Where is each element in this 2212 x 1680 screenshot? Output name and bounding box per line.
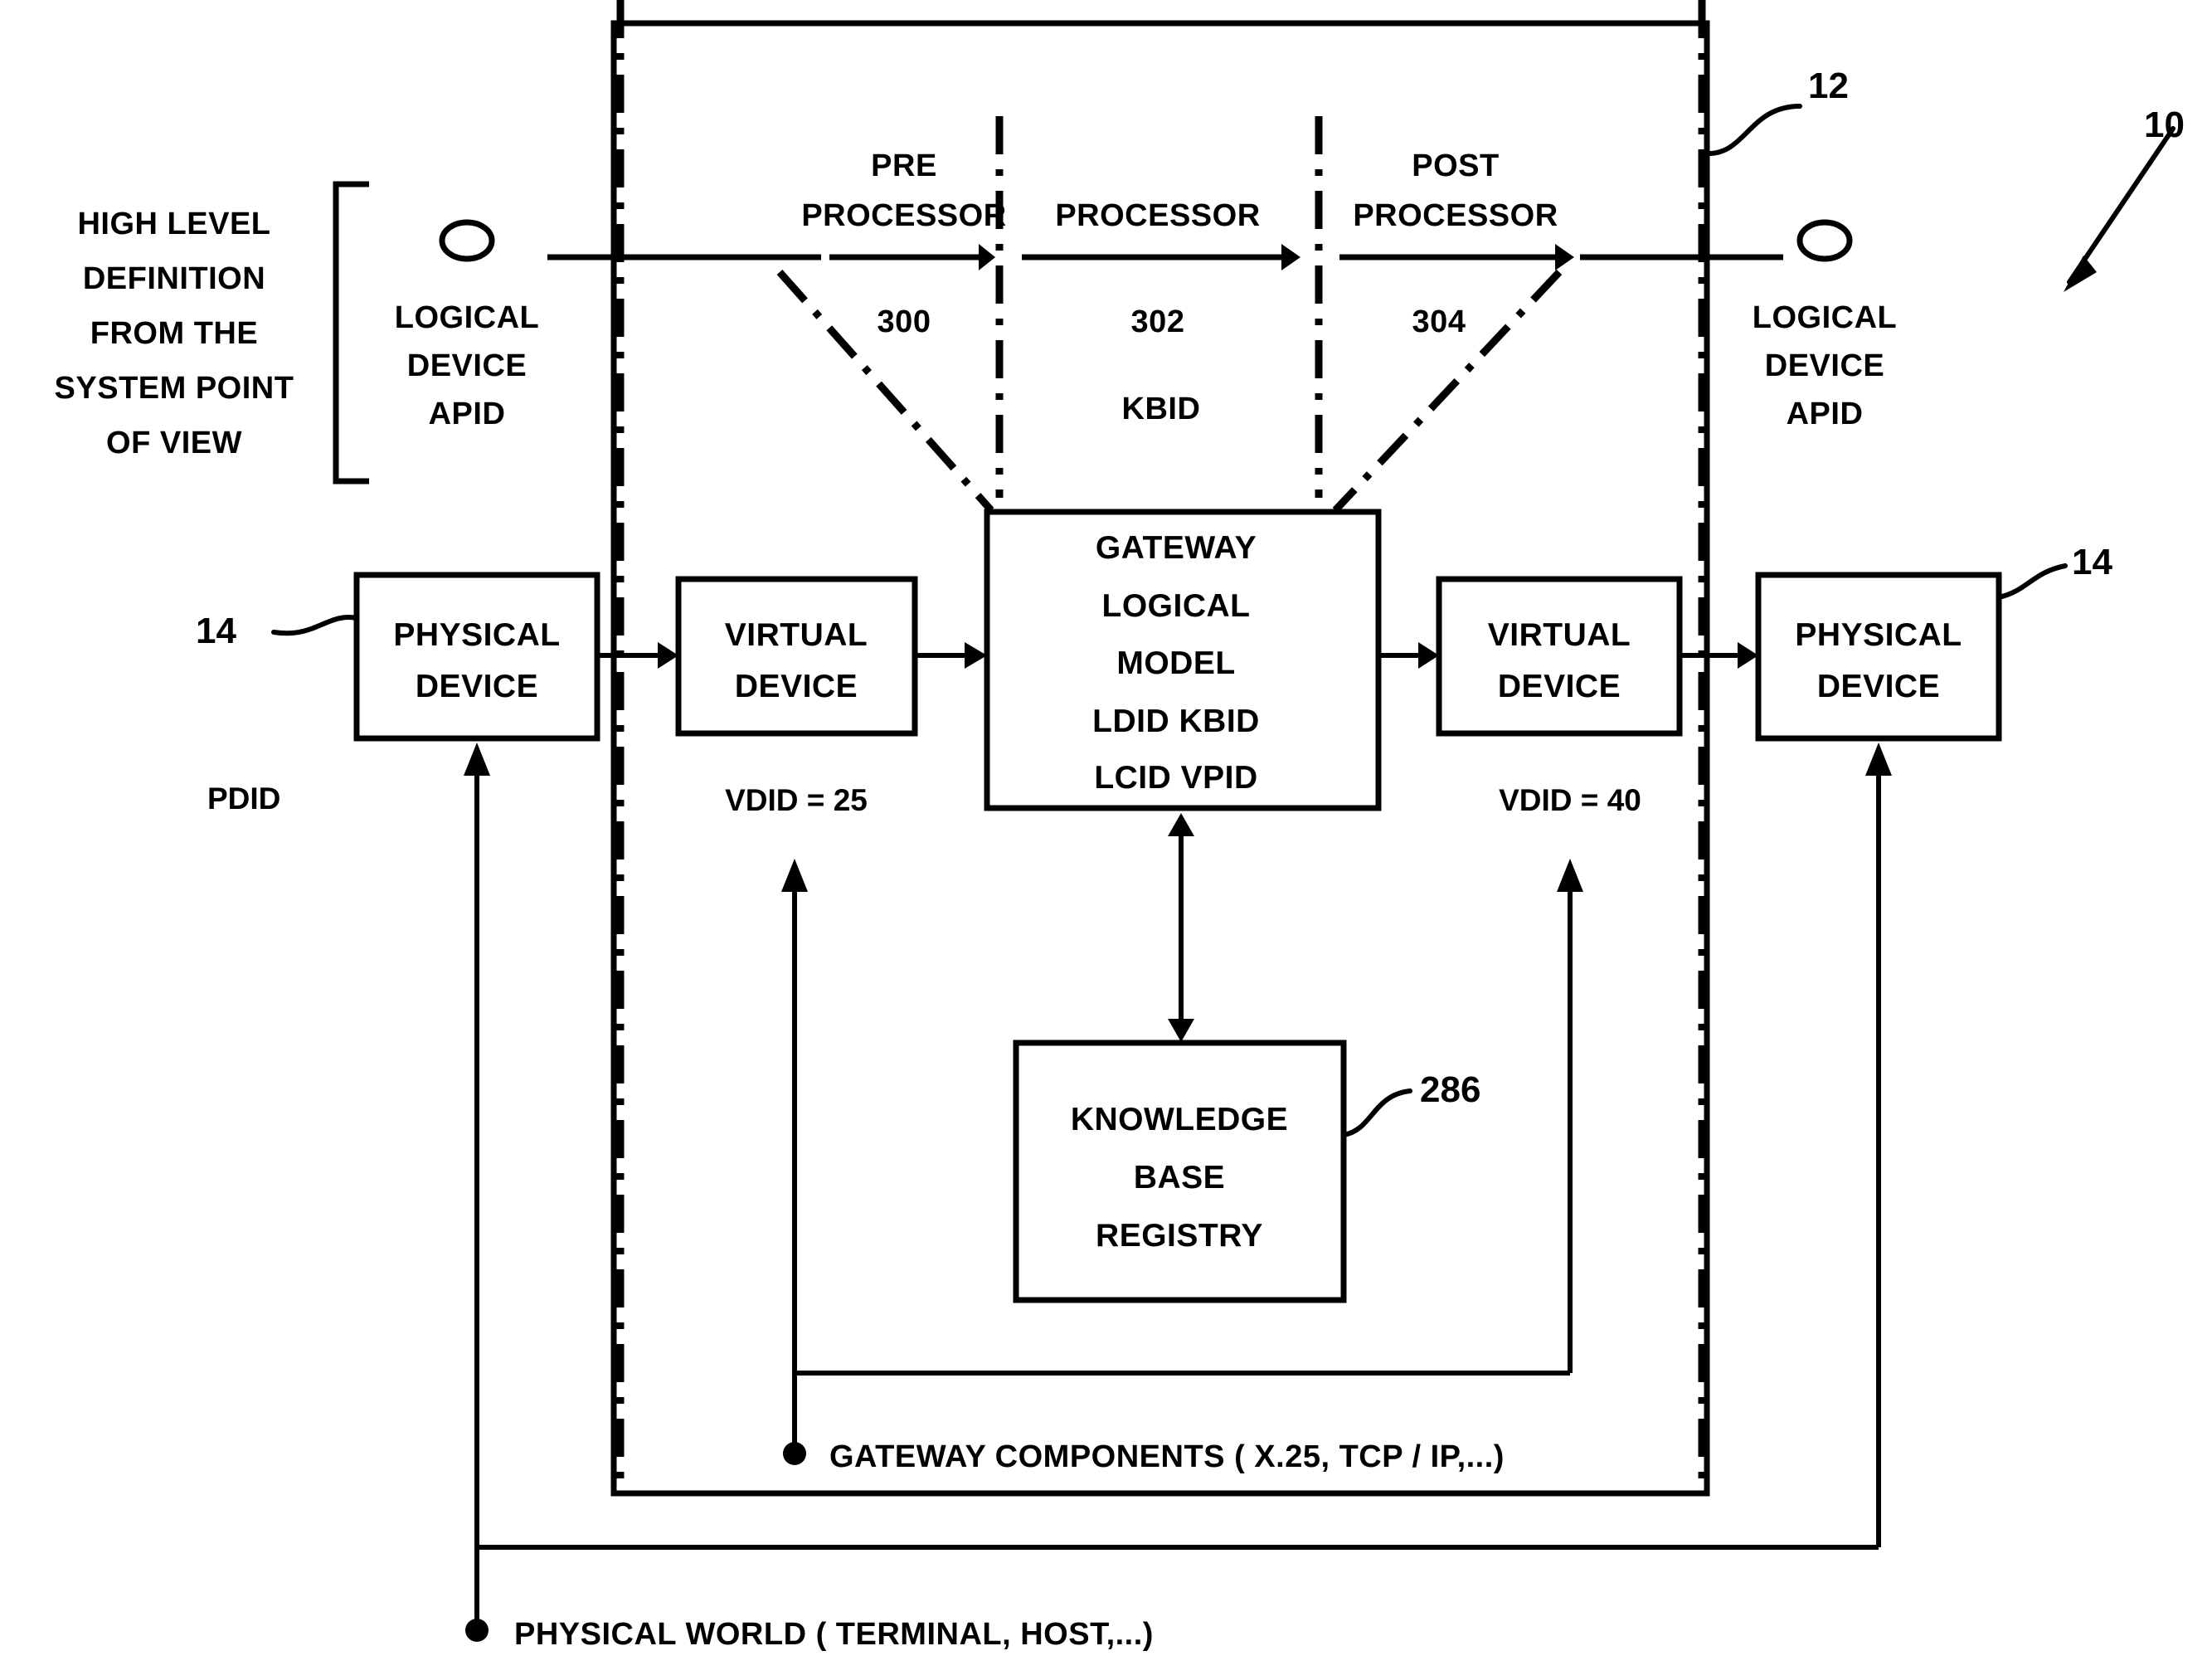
processor-numeral: 302	[1131, 304, 1185, 339]
logical-device-left-line-2: DEVICE	[407, 348, 527, 383]
pre-processor-label: PRE PROCESSOR 300	[801, 149, 1006, 339]
reference-numeral-286: 286	[1420, 1069, 1480, 1110]
arrow-gateway-to-virt-right	[1378, 642, 1439, 669]
gateway-model-line-2: LOGICAL	[1102, 588, 1251, 624]
logical-device-left-label: LOGICAL DEVICE APID	[395, 300, 539, 431]
annotation-line-2: DEFINITION	[83, 261, 265, 296]
leader-10	[2064, 126, 2176, 292]
reference-numeral-14-right: 14	[2072, 542, 2112, 582]
physical-device-right-box	[1755, 572, 2002, 742]
annotation-bracket	[333, 181, 369, 485]
arrow-virt-to-phys-right	[1680, 642, 1758, 669]
patent-figure: HIGH LEVEL DEFINITION FROM THE SYSTEM PO…	[0, 0, 2212, 1680]
logical-device-right-line-3: APID	[1787, 397, 1864, 431]
annotation-line-3: FROM THE	[90, 316, 258, 351]
logical-device-right-line-2: DEVICE	[1765, 348, 1884, 383]
pre-processor-line-2: PROCESSOR	[801, 198, 1006, 233]
kb-registry-line-3: REGISTRY	[1096, 1218, 1263, 1254]
reference-numeral-10: 10	[2144, 105, 2185, 145]
physical-device-right-line-1: PHYSICAL	[1795, 617, 1962, 653]
post-processor-numeral: 304	[1412, 304, 1466, 339]
vdid-right-label: VDID = 40	[1499, 783, 1641, 817]
logical-device-right-symbol	[1796, 219, 1853, 262]
high-level-definition-annotation: HIGH LEVEL DEFINITION FROM THE SYSTEM PO…	[55, 207, 294, 460]
post-processor-line-2: PROCESSOR	[1353, 198, 1558, 233]
feedback-to-virtual-left	[781, 859, 808, 1373]
annotation-line-4: SYSTEM POINT	[55, 371, 294, 406]
processor-line-2: PROCESSOR	[1055, 198, 1260, 233]
processor-label: PROCESSOR 302	[1055, 198, 1260, 339]
physical-world-bullet	[465, 1619, 489, 1642]
physical-world-caption: PHYSICAL WORLD ( TERMINAL, HOST,...)	[514, 1617, 1154, 1652]
virtual-device-left-line-2: DEVICE	[735, 669, 858, 704]
reference-numeral-14-left: 14	[196, 611, 236, 651]
post-processor-label: POST PROCESSOR 304	[1353, 149, 1558, 339]
gateway-components-bullet	[783, 1442, 806, 1465]
physical-device-left-line-2: DEVICE	[416, 669, 538, 704]
gateway-components-caption: GATEWAY COMPONENTS ( X.25, TCP / IP,...)	[829, 1439, 1505, 1474]
pre-processor-line-1: PRE	[871, 149, 937, 183]
gateway-model-line-3: MODEL	[1116, 645, 1235, 681]
figure-canvas: HIGH LEVEL DEFINITION FROM THE SYSTEM PO…	[55, 0, 2185, 1652]
annotation-line-5: OF VIEW	[106, 426, 242, 460]
kbid-label: KBID	[1122, 392, 1201, 426]
leader-14-right	[1996, 563, 2068, 600]
physical-device-left-line-1: PHYSICAL	[393, 617, 560, 653]
annotation-line-1: HIGH LEVEL	[77, 207, 270, 241]
post-processor-arrow	[1339, 244, 1574, 270]
gateway-model-line-1: GATEWAY	[1096, 530, 1257, 566]
gateway-model-line-5: LCID VPID	[1094, 760, 1257, 796]
pre-processor-arrow	[829, 244, 995, 270]
logical-device-left-line-1: LOGICAL	[395, 300, 539, 335]
arrow-phys-to-virt-left	[597, 642, 678, 669]
pre-processor-numeral: 300	[878, 304, 931, 339]
logical-device-right-label: LOGICAL DEVICE APID	[1753, 300, 1897, 431]
reference-numeral-12: 12	[1808, 66, 1849, 106]
feedback-to-virtual-right	[1557, 859, 1583, 1373]
logical-device-right-line-1: LOGICAL	[1753, 300, 1897, 335]
leader-12	[1706, 104, 1802, 156]
virtual-device-left-box	[675, 576, 918, 737]
pdid-label: PDID	[207, 782, 280, 816]
gateway-kb-double-arrow	[1168, 813, 1194, 1042]
virtual-device-left-line-1: VIRTUAL	[725, 617, 868, 653]
leader-14-left	[271, 615, 359, 636]
processor-arrow	[1022, 244, 1300, 270]
physical-world-to-phys-right	[1865, 743, 1892, 1547]
leader-286	[1341, 1088, 1412, 1137]
physical-device-right-line-2: DEVICE	[1817, 669, 1940, 704]
kb-registry-line-1: KNOWLEDGE	[1071, 1102, 1288, 1137]
arrow-virt-to-gateway-left	[915, 642, 987, 669]
logical-device-left-line-3: APID	[429, 397, 506, 431]
physical-world-to-phys-left	[464, 743, 490, 1547]
gateway-model-line-4: LDID KBID	[1092, 704, 1260, 739]
virtual-device-right-box	[1436, 576, 1683, 737]
virtual-device-right-line-2: DEVICE	[1498, 669, 1621, 704]
virtual-device-right-line-1: VIRTUAL	[1488, 617, 1631, 653]
kb-registry-line-2: BASE	[1134, 1160, 1225, 1195]
vdid-left-label: VDID = 25	[725, 783, 868, 817]
post-processor-line-1: POST	[1412, 149, 1499, 183]
physical-device-left-box	[353, 572, 600, 742]
logical-device-left-symbol	[439, 219, 495, 262]
